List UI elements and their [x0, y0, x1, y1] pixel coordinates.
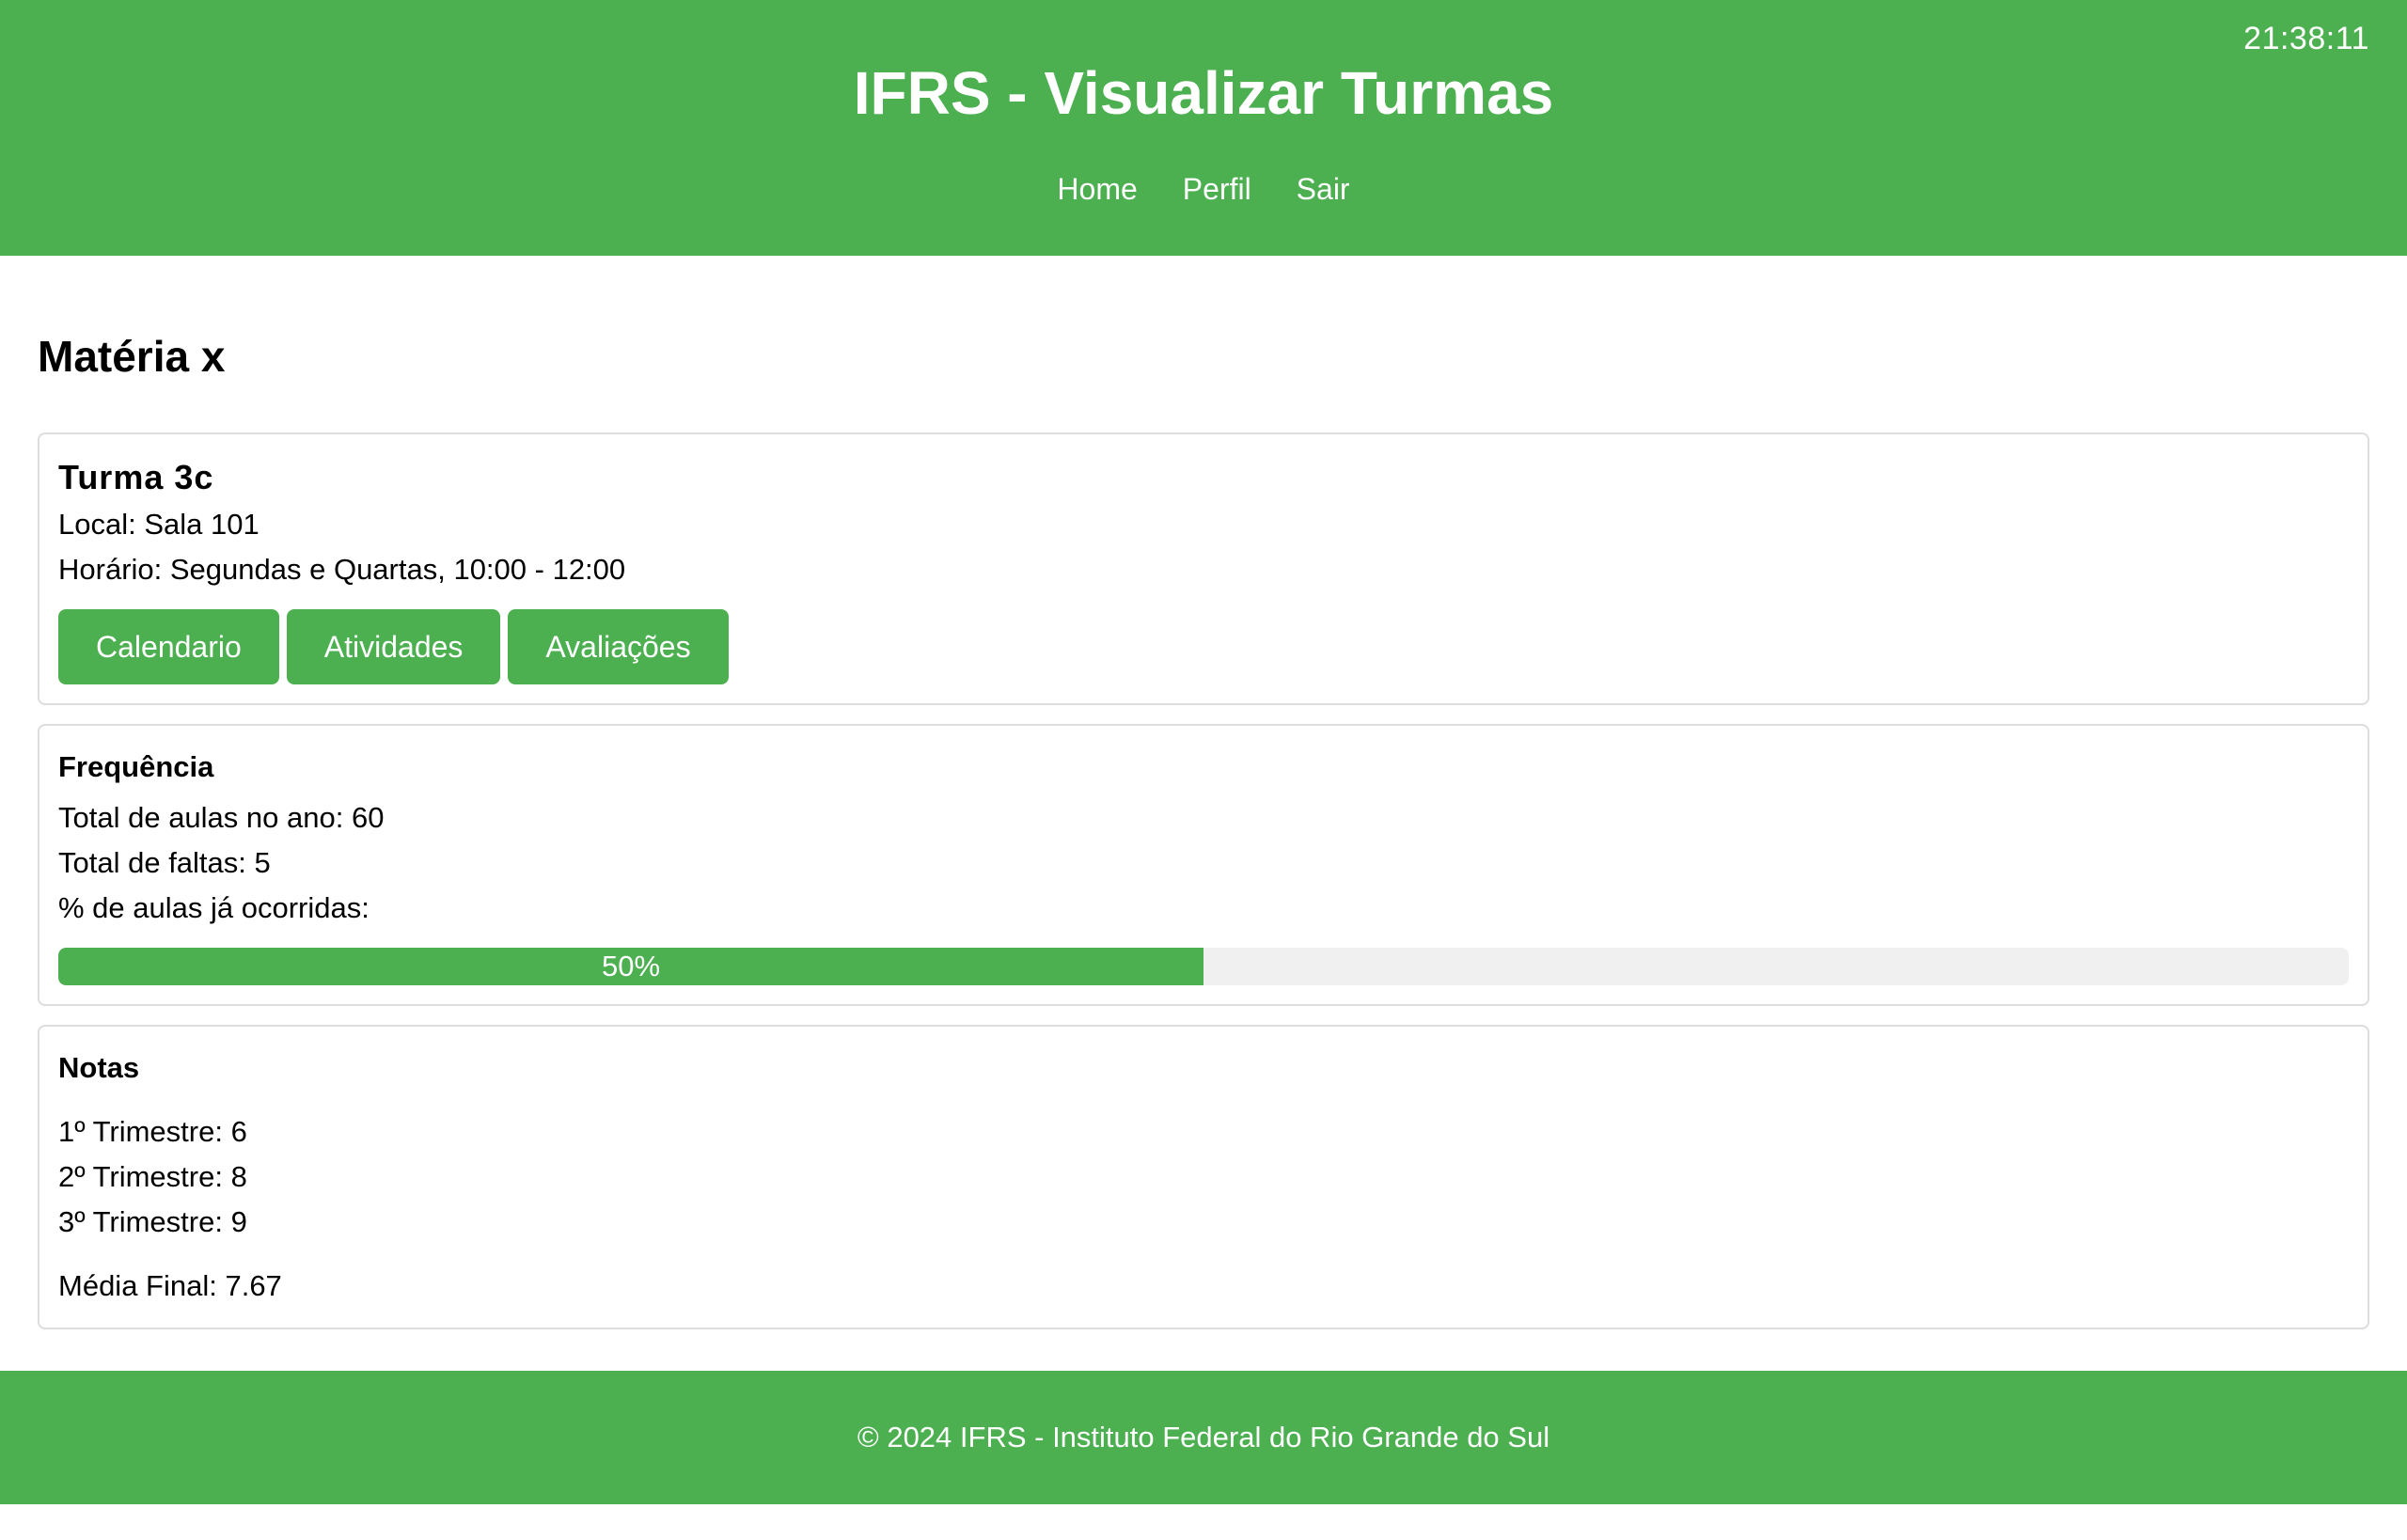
- attendance-progress-fill: 50%: [58, 948, 1204, 985]
- nav-logout-link[interactable]: Sair: [1297, 167, 1350, 211]
- final-average: Média Final: 7.67: [58, 1269, 282, 1302]
- class-actions: Calendario Atividades Avaliações: [58, 609, 2349, 684]
- total-classes: Total de aulas no ano: 60: [58, 801, 385, 834]
- grade-item: 1º Trimestre: 6: [58, 1115, 247, 1148]
- class-location: Local: Sala 101: [58, 508, 260, 541]
- progress-label: % de aulas já ocorridas:: [58, 891, 370, 924]
- activities-button[interactable]: Atividades: [286, 609, 501, 684]
- frequency-title: Frequência: [58, 750, 214, 783]
- main-nav: Home Perfil Sair: [0, 167, 2407, 211]
- site-footer: © 2024 IFRS - Instituto Federal do Rio G…: [0, 1371, 2407, 1504]
- page: 21:38:11 IFRS - Visualizar Turmas Home P…: [0, 0, 2407, 1540]
- nav-home-link[interactable]: Home: [1057, 167, 1137, 211]
- attendance-progress-text: 50%: [601, 950, 661, 982]
- class-card: Turma 3c Local: Sala 101 Horário: Segund…: [38, 432, 2369, 705]
- clock: 21:38:11: [2243, 21, 2369, 56]
- assessments-button[interactable]: Avaliações: [508, 609, 729, 684]
- class-schedule: Horário: Segundas e Quartas, 10:00 - 12:…: [58, 553, 626, 586]
- grades-card: Notas 1º Trimestre: 6 2º Trimestre: 8 3º…: [38, 1025, 2369, 1329]
- grade-item: 3º Trimestre: 9: [58, 1205, 247, 1238]
- page-title: IFRS - Visualizar Turmas: [853, 59, 1554, 127]
- nav-profile-link[interactable]: Perfil: [1183, 167, 1251, 211]
- grades-title: Notas: [58, 1051, 140, 1084]
- footer-text: © 2024 IFRS - Instituto Federal do Rio G…: [857, 1421, 1550, 1454]
- grade-item: 2º Trimestre: 8: [58, 1160, 247, 1193]
- frequency-card: Frequência Total de aulas no ano: 60 Tot…: [38, 724, 2369, 1006]
- subject-title: Matéria x: [38, 332, 226, 381]
- total-absences: Total de faltas: 5: [58, 846, 271, 879]
- attendance-progress-bar: 50%: [58, 948, 2349, 985]
- site-header: 21:38:11 IFRS - Visualizar Turmas Home P…: [0, 0, 2407, 256]
- grades-list: 1º Trimestre: 6 2º Trimestre: 8 3º Trime…: [58, 1109, 2349, 1245]
- calendar-button[interactable]: Calendario: [58, 609, 279, 684]
- class-name: Turma 3c: [58, 458, 214, 496]
- main-content: Matéria x Turma 3c Local: Sala 101 Horár…: [38, 320, 2369, 1348]
